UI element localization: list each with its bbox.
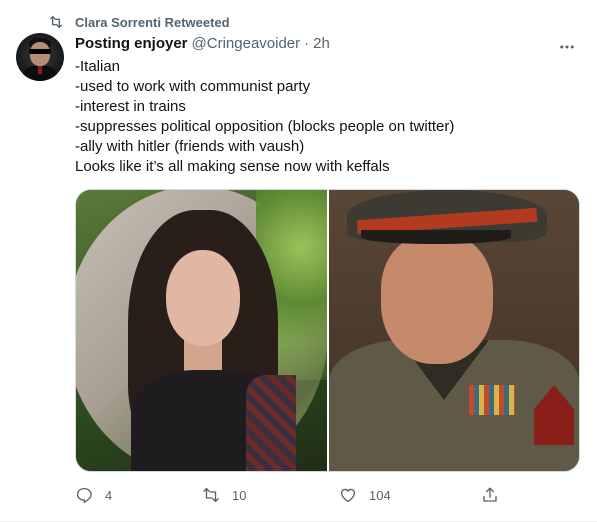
avatar[interactable] <box>16 33 64 81</box>
retweet-button[interactable]: 10 <box>202 484 246 506</box>
like-count: 104 <box>369 487 391 503</box>
separator-dot: · <box>304 35 310 52</box>
tweet-line: -Italian <box>75 58 121 75</box>
tweet-line: -interest in trains <box>75 98 186 115</box>
media-photo-woman-portrait[interactable] <box>76 190 327 471</box>
retweet-icon <box>203 487 219 503</box>
more-icon[interactable] <box>557 37 577 57</box>
share-icon <box>483 487 497 502</box>
tweet-line: -ally with hitler (friends with vaush) <box>75 138 305 155</box>
tweet-actions: 4 10 104 <box>75 484 497 506</box>
share-button[interactable] <box>481 484 499 506</box>
reply-icon <box>76 487 92 503</box>
retweet-context-label[interactable]: Clara Sorrenti Retweeted <box>75 15 230 30</box>
heart-icon <box>340 488 356 503</box>
tweet-text: -Italian -used to work with communist pa… <box>75 57 580 177</box>
user-handle[interactable]: @Cringeavoider <box>192 35 301 52</box>
retweet-context[interactable]: Clara Sorrenti Retweeted <box>48 12 230 32</box>
tweet-header: Posting enjoyer @Cringeavoider · 2h <box>75 35 330 52</box>
tweet[interactable]: Clara Sorrenti Retweeted Posting enjoyer… <box>0 0 597 522</box>
retweet-icon <box>50 16 62 28</box>
display-name[interactable]: Posting enjoyer <box>75 35 188 52</box>
tweet-media <box>75 189 580 472</box>
timestamp[interactable]: 2h <box>313 35 330 52</box>
tweet-line: -used to work with communist party <box>75 78 311 95</box>
reply-button[interactable]: 4 <box>75 484 112 506</box>
retweet-count: 10 <box>232 487 247 503</box>
media-photo-officer-portrait[interactable] <box>329 190 579 471</box>
like-button[interactable]: 104 <box>339 484 391 506</box>
tweet-line: -suppresses political opposition (blocks… <box>75 118 455 135</box>
tweet-line: Looks like it’s all making sense now wit… <box>75 158 390 175</box>
reply-count: 4 <box>105 487 113 503</box>
